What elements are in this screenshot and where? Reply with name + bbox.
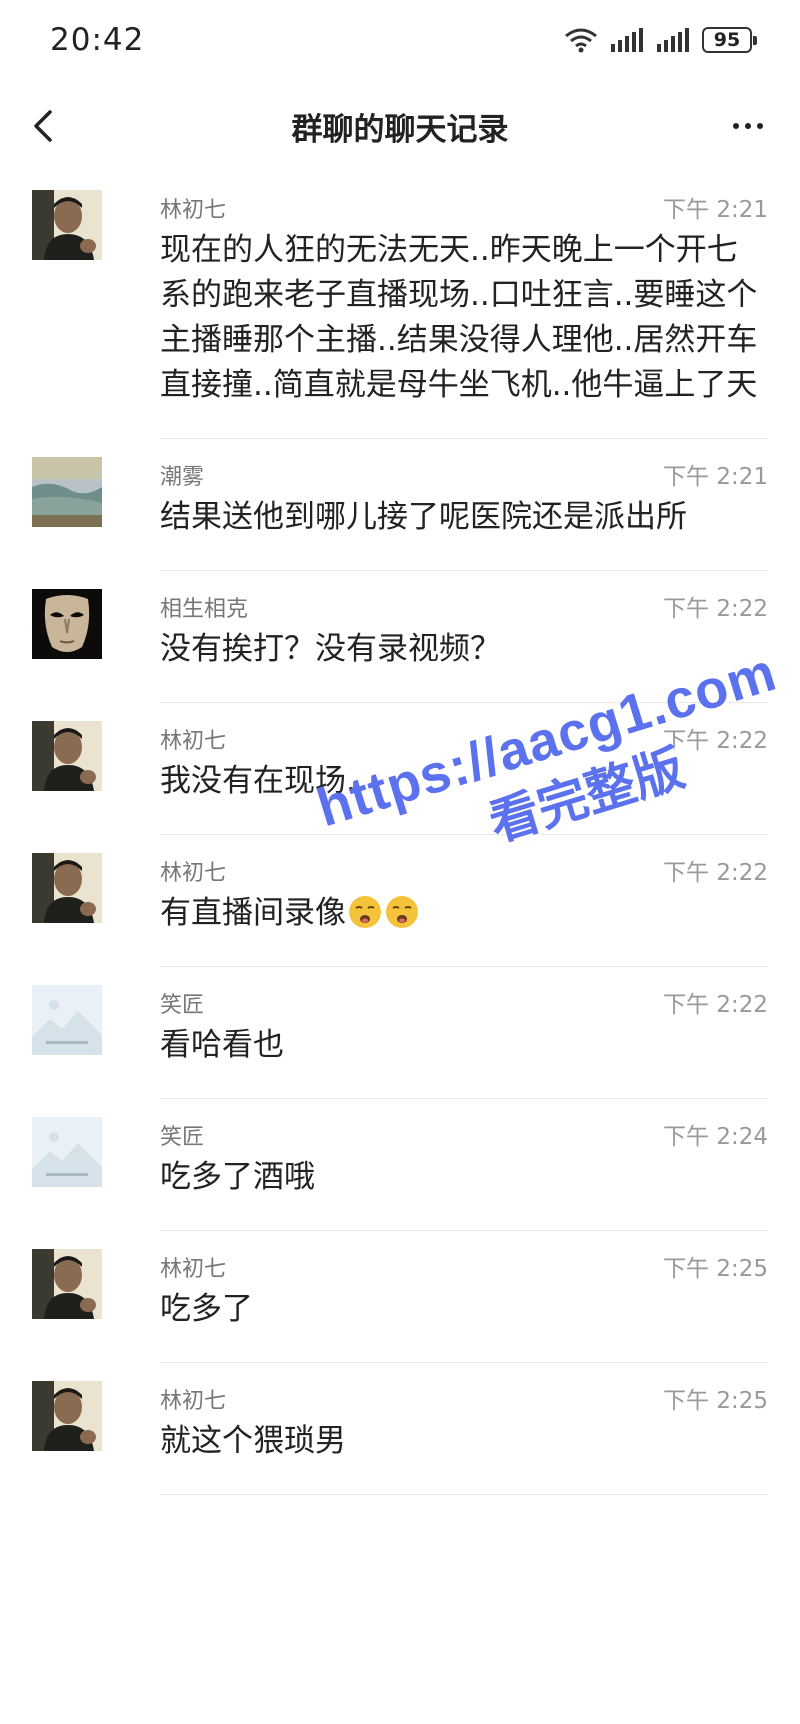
- message-body: 笑匠 下午 2:22 看哈看也: [160, 985, 768, 1099]
- status-icons: 95: [564, 27, 757, 53]
- sender-name: 相生相克: [160, 597, 249, 622]
- message-time: 下午 2:24: [663, 1124, 768, 1150]
- wifi-icon: [565, 28, 597, 53]
- avatar[interactable]: [32, 721, 102, 791]
- message-text: 吃多了酒哦: [160, 1155, 768, 1200]
- message-time: 下午 2:22: [663, 596, 768, 622]
- more-dot-icon: [757, 123, 763, 129]
- message-body: 林初七 下午 2:25 吃多了: [160, 1249, 768, 1363]
- message-content: 吃多了: [160, 1291, 253, 1327]
- avatar[interactable]: [32, 457, 102, 527]
- sender-name: 潮雾: [160, 465, 205, 490]
- message-text: 结果送他到哪儿接了呢医院还是派出所: [160, 495, 768, 540]
- message-row[interactable]: 林初七 下午 2:25 吃多了: [0, 1231, 800, 1363]
- message-header: 潮雾 下午 2:21: [160, 457, 768, 493]
- message-content: 结果送他到哪儿接了呢医院还是派出所: [160, 499, 687, 535]
- battery-indicator: 95: [702, 27, 757, 53]
- message-time: 下午 2:21: [663, 197, 768, 223]
- message-header: 笑匠 下午 2:24: [160, 1117, 768, 1153]
- message-time: 下午 2:25: [663, 1256, 768, 1282]
- message-content: 吃多了酒哦: [160, 1159, 315, 1195]
- message-content: 看哈看也: [160, 1027, 284, 1063]
- message-header: 林初七 下午 2:22: [160, 853, 768, 889]
- message-text: 吃多了: [160, 1287, 768, 1332]
- message-content: 我没有在现场..: [160, 763, 366, 799]
- message-body: 潮雾 下午 2:21 结果送他到哪儿接了呢医院还是派出所: [160, 457, 768, 571]
- message-row[interactable]: 相生相克 下午 2:22 没有挨打？没有录视频？: [0, 571, 800, 703]
- message-row[interactable]: 林初七 下午 2:25 就这个猥琐男: [0, 1363, 800, 1495]
- message-row[interactable]: 林初七 下午 2:21 现在的人狂的无法无天..昨天晚上一个开七系的跑来老子直播现场…: [0, 172, 800, 439]
- avatar[interactable]: [32, 1249, 102, 1319]
- message-content: 现在的人狂的无法无天..昨天晚上一个开七系的跑来老子直播现场..口吐狂言..要睡…: [160, 232, 758, 403]
- sender-name: 林初七: [160, 729, 227, 754]
- message-body: 相生相克 下午 2:22 没有挨打？没有录视频？: [160, 589, 768, 703]
- message-text: 现在的人狂的无法无天..昨天晚上一个开七系的跑来老子直播现场..口吐狂言..要睡…: [160, 228, 768, 408]
- sender-name: 笑匠: [160, 993, 205, 1018]
- message-header: 相生相克 下午 2:22: [160, 589, 768, 625]
- sleepy-face-emoji: [384, 894, 420, 930]
- message-row[interactable]: 林初七 下午 2:22 有直播间录像: [0, 835, 800, 967]
- message-time: 下午 2:22: [663, 728, 768, 754]
- message-row[interactable]: 笑匠 下午 2:24 吃多了酒哦: [0, 1099, 800, 1231]
- avatar[interactable]: [32, 1117, 102, 1187]
- avatar[interactable]: [32, 190, 102, 260]
- message-content: 就这个猥琐男: [160, 1423, 346, 1459]
- message-content: 没有挨打？没有录视频？: [160, 631, 501, 667]
- message-text: 就这个猥琐男: [160, 1419, 768, 1464]
- signal-icon: [611, 28, 643, 52]
- status-bar: 20:42 95: [0, 0, 800, 80]
- message-header: 林初七 下午 2:25: [160, 1381, 768, 1417]
- more-dot-icon: [745, 123, 751, 129]
- more-dot-icon: [733, 123, 739, 129]
- back-arrow-icon: [34, 110, 52, 142]
- message-row[interactable]: 潮雾 下午 2:21 结果送他到哪儿接了呢医院还是派出所: [0, 439, 800, 571]
- message-time: 下午 2:22: [663, 992, 768, 1018]
- sender-name: 林初七: [160, 198, 227, 223]
- status-time: 20:42: [50, 22, 145, 58]
- message-text: 没有挨打？没有录视频？: [160, 627, 768, 672]
- avatar[interactable]: [32, 853, 102, 923]
- sleepy-face-emoji: [347, 894, 383, 930]
- message-header: 林初七 下午 2:25: [160, 1249, 768, 1285]
- message-body: 林初七 下午 2:25 就这个猥琐男: [160, 1381, 768, 1495]
- message-body: 笑匠 下午 2:24 吃多了酒哦: [160, 1117, 768, 1231]
- sender-name: 笑匠: [160, 1125, 205, 1150]
- title-bar: 群聊的聊天记录: [0, 80, 800, 172]
- message-body: 林初七 下午 2:21 现在的人狂的无法无天..昨天晚上一个开七系的跑来老子直播现场…: [160, 190, 768, 439]
- back-button[interactable]: [24, 104, 68, 148]
- battery-level: 95: [713, 29, 741, 51]
- message-header: 林初七 下午 2:21: [160, 190, 768, 226]
- avatar[interactable]: [32, 589, 102, 659]
- page-title: 群聊的聊天记录: [291, 111, 509, 148]
- avatar[interactable]: [32, 985, 102, 1055]
- message-time: 下午 2:25: [663, 1388, 768, 1414]
- message-header: 林初七 下午 2:22: [160, 721, 768, 757]
- message-time: 下午 2:22: [663, 860, 768, 886]
- message-time: 下午 2:21: [663, 464, 768, 490]
- message-row[interactable]: 林初七 下午 2:22 我没有在现场..: [0, 703, 800, 835]
- message-header: 笑匠 下午 2:22: [160, 985, 768, 1021]
- message-text: 有直播间录像: [160, 891, 768, 936]
- message-text: 我没有在现场..: [160, 759, 768, 804]
- message-content: 有直播间录像: [160, 895, 346, 931]
- sender-name: 林初七: [160, 861, 227, 886]
- message-body: 林初七 下午 2:22 有直播间录像: [160, 853, 768, 967]
- avatar[interactable]: [32, 1381, 102, 1451]
- message-text: 看哈看也: [160, 1023, 768, 1068]
- signal-icon-2: [657, 28, 689, 52]
- message-list: 林初七 下午 2:21 现在的人狂的无法无天..昨天晚上一个开七系的跑来老子直播现场…: [0, 172, 800, 1495]
- sender-name: 林初七: [160, 1389, 227, 1414]
- message-row[interactable]: 笑匠 下午 2:22 看哈看也: [0, 967, 800, 1099]
- message-body: 林初七 下午 2:22 我没有在现场..: [160, 721, 768, 835]
- more-options-button[interactable]: [726, 106, 770, 146]
- sender-name: 林初七: [160, 1257, 227, 1282]
